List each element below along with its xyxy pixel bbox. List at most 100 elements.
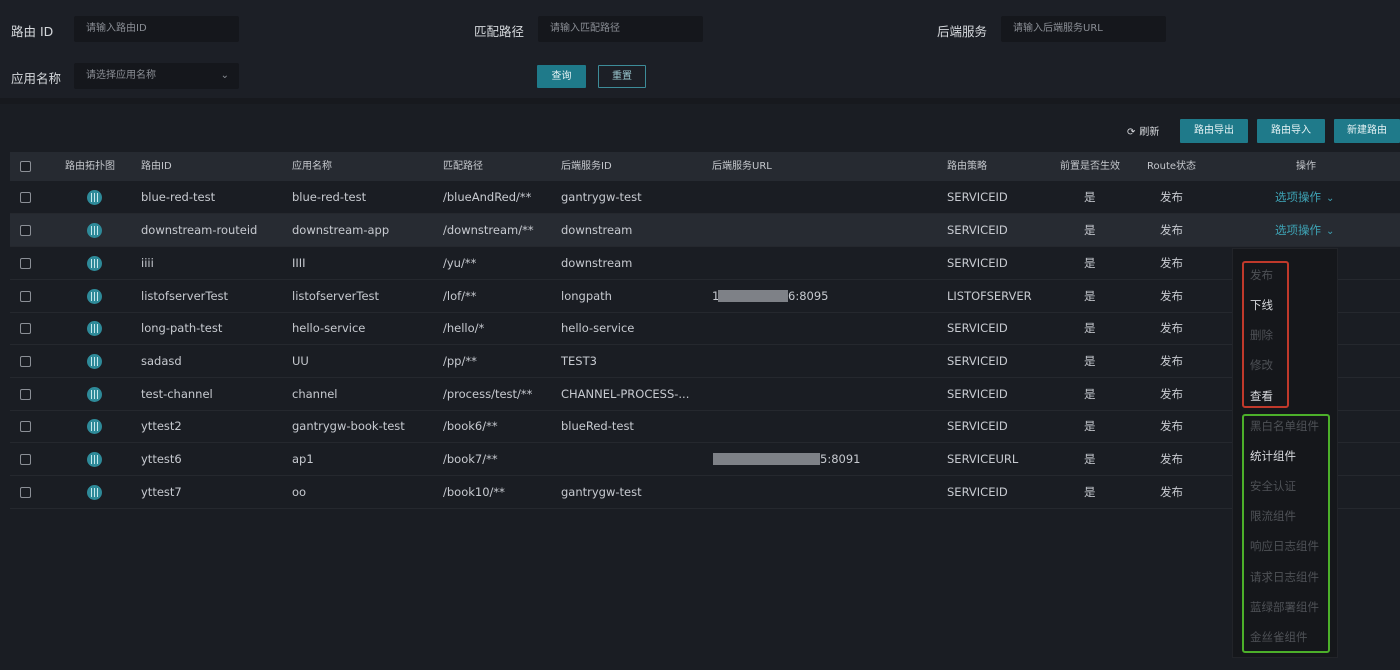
cell-pre-effective: 是: [1084, 485, 1096, 499]
cell-match-path: /hello/*: [443, 321, 485, 335]
col-route-status[interactable]: Route状态: [1147, 152, 1196, 181]
table-row[interactable]: yttest2 gantrygw-book-test/book6/** blueRe…: [10, 410, 1400, 443]
col-service-id[interactable]: 后端服务ID: [561, 152, 612, 181]
cell-pre-effective: 是: [1084, 387, 1096, 401]
cell-strategy: SERVICEID: [947, 387, 1008, 401]
col-service-url[interactable]: 后端服务URL: [712, 152, 772, 181]
col-strategy[interactable]: 路由策略: [947, 152, 987, 181]
topology-icon[interactable]: [87, 452, 102, 467]
table-row[interactable]: listofserverTest listofserverTest/lof/** l…: [10, 280, 1400, 313]
redacted-block: [713, 453, 820, 465]
cell-route-id: yttest7: [141, 485, 182, 499]
cell-app-name: IIII: [292, 256, 306, 270]
cell-pre-effective: 是: [1084, 289, 1096, 303]
table-row[interactable]: long-path-test hello-service/hello/* hello…: [10, 312, 1400, 345]
table-row[interactable]: blue-red-test blue-red-test/blueAndRed/**…: [10, 181, 1400, 214]
row-checkbox[interactable]: [20, 291, 31, 302]
route-id-input[interactable]: 请输入路由ID: [74, 16, 239, 42]
table-row[interactable]: yttest7 oo/book10/** gantrygw-test SERVICEI…: [10, 476, 1400, 509]
cell-pre-effective: 是: [1084, 223, 1096, 237]
app-name-label: 应用名称: [11, 71, 62, 86]
col-route-id[interactable]: 路由ID: [141, 152, 172, 181]
cell-route-id: yttest2: [141, 419, 182, 433]
row-checkbox[interactable]: [20, 225, 31, 236]
table-row[interactable]: yttest6 ap1/book7/** SERVICEURL 是 发布 5:8091: [10, 443, 1400, 476]
cell-match-path: /lof/**: [443, 289, 477, 303]
refresh-button[interactable]: ⟳ 刷新: [1127, 123, 1163, 138]
cell-service-url-suffix: 5:8091: [820, 452, 861, 466]
topology-icon[interactable]: [87, 223, 102, 238]
cell-match-path: /book10/**: [443, 485, 505, 499]
col-pre-effective[interactable]: 前置是否生效: [1060, 152, 1120, 181]
topology-icon[interactable]: [87, 321, 102, 336]
cell-match-path: /yu/**: [443, 256, 477, 270]
cell-pre-effective: 是: [1084, 452, 1096, 466]
topology-icon[interactable]: [87, 256, 102, 271]
table-row[interactable]: test-channel channel/process/test/** CHANN…: [10, 378, 1400, 411]
row-checkbox[interactable]: [20, 258, 31, 269]
row-checkbox[interactable]: [20, 192, 31, 203]
export-routes-button[interactable]: 路由导出: [1180, 119, 1248, 143]
cell-pre-effective: 是: [1084, 321, 1096, 335]
row-checkbox[interactable]: [20, 454, 31, 465]
topology-icon[interactable]: [87, 387, 102, 402]
cell-strategy: SERVICEID: [947, 256, 1008, 270]
reset-button[interactable]: 重置: [598, 65, 646, 88]
cell-match-path: /blueAndRed/**: [443, 190, 532, 204]
topology-icon[interactable]: [87, 289, 102, 304]
cell-route-id: long-path-test: [141, 321, 223, 335]
highlight-box-red: [1242, 261, 1289, 408]
cell-route-status: 发布: [1160, 354, 1183, 368]
row-checkbox[interactable]: [20, 421, 31, 432]
app-name-select[interactable]: 请选择应用名称 ⌄: [74, 63, 239, 89]
cell-route-id: iiii: [141, 256, 154, 270]
import-routes-button[interactable]: 路由导入: [1257, 119, 1325, 143]
topology-icon[interactable]: [87, 354, 102, 369]
table-row[interactable]: downstream-routeid downstream-app/downstr…: [10, 214, 1400, 247]
cell-route-id: listofserverTest: [141, 289, 229, 303]
cell-strategy: SERVICEID: [947, 321, 1008, 335]
cell-strategy: SERVICEURL: [947, 452, 1019, 466]
match-path-input[interactable]: 请输入匹配路径: [538, 16, 703, 42]
options-action-link[interactable]: 选项操作 ⌄: [1275, 181, 1334, 215]
table-row[interactable]: iiii IIII/yu/** downstream SERVICEID 是 发布: [10, 247, 1400, 280]
cell-service-id: blueRed-test: [561, 419, 634, 433]
new-route-button[interactable]: 新建路由: [1334, 119, 1400, 143]
row-checkbox[interactable]: [20, 389, 31, 400]
cell-strategy: LISTOFSERVER: [947, 289, 1032, 303]
redacted-block: [718, 290, 788, 302]
backend-url-input[interactable]: 请输入后端服务URL: [1001, 16, 1166, 42]
cell-route-status: 发布: [1160, 387, 1183, 401]
row-checkbox[interactable]: [20, 356, 31, 367]
cell-service-id: TEST3: [561, 354, 597, 368]
col-app-name[interactable]: 应用名称: [292, 152, 332, 181]
cell-route-status: 发布: [1160, 289, 1183, 303]
select-all-checkbox[interactable]: [20, 161, 31, 172]
topology-icon[interactable]: [87, 485, 102, 500]
cell-route-id: blue-red-test: [141, 190, 216, 204]
row-checkbox[interactable]: [20, 487, 31, 498]
cell-strategy: SERVICEID: [947, 485, 1008, 499]
cell-strategy: SERVICEID: [947, 190, 1008, 204]
table-header: 路由拓扑图 路由ID 应用名称 匹配路径 后端服务ID 后端服务URL 路由策略…: [10, 152, 1400, 181]
query-button[interactable]: 查询: [537, 65, 586, 88]
topology-icon[interactable]: [87, 419, 102, 434]
cell-service-id: CHANNEL-PROCESS-...: [561, 387, 690, 401]
cell-route-id: sadasd: [141, 354, 182, 368]
cell-pre-effective: 是: [1084, 190, 1096, 204]
cell-strategy: SERVICEID: [947, 223, 1008, 237]
cell-route-status: 发布: [1160, 419, 1183, 433]
cell-app-name: channel: [292, 387, 338, 401]
cell-pre-effective: 是: [1084, 419, 1096, 433]
cell-app-name: hello-service: [292, 321, 366, 335]
row-checkbox[interactable]: [20, 323, 31, 334]
topology-icon[interactable]: [87, 190, 102, 205]
col-topology: 路由拓扑图: [65, 161, 115, 172]
cell-app-name: ap1: [292, 452, 314, 466]
options-action-link[interactable]: 选项操作 ⌄: [1275, 214, 1334, 248]
table-row[interactable]: sadasd UU/pp/** TEST3 SERVICEID 是 发布: [10, 345, 1400, 378]
cell-service-id: longpath: [561, 289, 612, 303]
col-match-path[interactable]: 匹配路径: [443, 152, 483, 181]
refresh-icon: ⟳: [1127, 127, 1136, 138]
col-actions: 操作: [1296, 161, 1316, 172]
